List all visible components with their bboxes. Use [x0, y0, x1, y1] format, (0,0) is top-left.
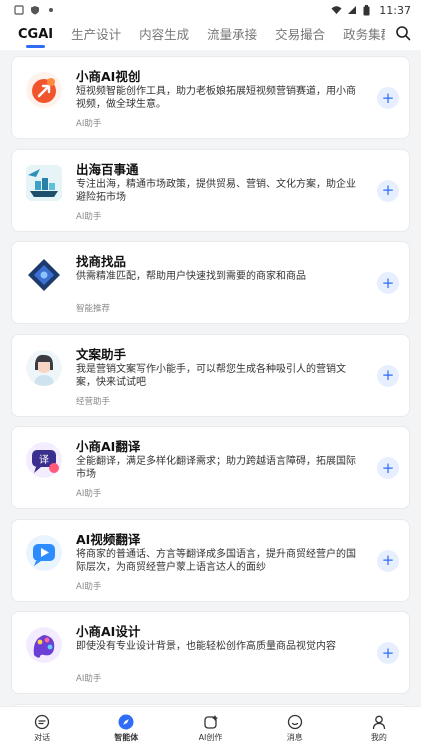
agent-title: 找商找品: [76, 254, 127, 269]
profile-icon: [371, 714, 387, 730]
nav-messages-label: 消息: [286, 733, 303, 742]
shield-icon: [30, 5, 40, 15]
agent-description: 我是营销文案写作小能手，可以帮您生成各种吸引人的营销文案，快来试试吧: [76, 363, 346, 388]
status-bar: 11:37: [0, 0, 421, 20]
agent-title: 小商AI设计: [76, 624, 141, 639]
add-agent-button[interactable]: +: [377, 457, 399, 479]
agent-card[interactable]: 小商AI视创 短视频智能创作工具，助力老板娘拓展短视频营销赛道，用小商视频，做全…: [11, 56, 410, 139]
status-time: 11:37: [379, 3, 411, 17]
translate-icon: 译: [26, 442, 62, 478]
svg-text:译: 译: [39, 454, 49, 466]
tab-production-design[interactable]: 生产设计: [71, 20, 121, 50]
dot-icon: [46, 5, 56, 15]
agent-tag: AI助手: [76, 119, 102, 129]
plus-icon: +: [381, 181, 395, 199]
agent-description: 专注出海，精通市场政策，提供贸易、营销、文化方案，助企业避险拓市场: [76, 178, 356, 203]
agent-card[interactable]: 文案助手 我是营销文案写作小能手，可以帮您生成各种吸引人的营销文案，快来试试吧 …: [11, 333, 410, 417]
agent-description: 短视频智能创作工具，助力老板娘拓展短视频营销赛道，用小商视频，做全球生意。: [76, 86, 356, 110]
nav-agents[interactable]: 智能体: [84, 707, 168, 750]
add-agent-button[interactable]: +: [377, 179, 399, 202]
agent-description: 供需精准匹配，帮助用户快速找到需要的商家和商品: [76, 271, 306, 282]
ai-create-icon: [203, 714, 219, 730]
category-tab-bar: CGAI 生产设计 内容生成 流量承接 交易撮合 政务集群 AI: [0, 20, 421, 50]
agent-tag: 经营助手: [76, 396, 111, 407]
agent-list: 小商AI视创 短视频智能创作工具，助力老板娘拓展短视频营销赛道，用小商视频，做全…: [0, 50, 421, 706]
message-icon: [287, 714, 303, 730]
search-icon: [395, 25, 411, 45]
plus-icon: +: [381, 551, 395, 569]
diamond-search-icon: [26, 257, 62, 293]
video-create-icon: [26, 72, 62, 108]
tab-traffic[interactable]: 流量承接: [207, 20, 257, 50]
video-translate-icon: [26, 534, 62, 571]
signal-icon: [347, 5, 357, 15]
add-agent-button[interactable]: +: [377, 642, 399, 664]
tab-government[interactable]: 政务集群: [343, 20, 385, 50]
assistant-avatar-icon: [26, 349, 62, 386]
agent-tag: AI助手: [76, 581, 102, 592]
category-tabs: CGAI 生产设计 内容生成 流量承接 交易撮合 政务集群 AI: [18, 20, 385, 50]
tab-cgai[interactable]: CGAI: [18, 20, 53, 50]
plus-icon: +: [381, 88, 395, 107]
design-icon: [26, 627, 62, 663]
nav-messages[interactable]: 消息: [253, 707, 337, 750]
nav-agents-label: 智能体: [114, 733, 139, 742]
plus-icon: +: [381, 273, 395, 292]
add-agent-button[interactable]: +: [377, 87, 399, 109]
nav-chat[interactable]: 对话: [0, 707, 84, 750]
agent-tag: AI助手: [76, 211, 102, 222]
chat-icon: [34, 714, 50, 730]
ship-icon: [26, 164, 62, 201]
agent-title: 小商AI翻译: [76, 439, 141, 454]
agent-description: 即使没有专业设计背景，也能轻松创作高质量商品视觉内容: [76, 641, 336, 652]
tab-content-generation[interactable]: 内容生成: [139, 20, 189, 50]
nav-profile[interactable]: 我的: [337, 707, 421, 750]
agent-card[interactable]: 找商找品 供需精准匹配，帮助用户快速找到需要的商家和商品 智能推荐 +: [11, 241, 410, 324]
battery-icon: [363, 5, 373, 16]
agent-title: AI视频翻译: [76, 531, 141, 547]
agent-title: 文案助手: [76, 346, 127, 362]
agent-title: 出海百事通: [76, 161, 139, 177]
nav-profile-label: 我的: [370, 733, 387, 742]
agent-tag: AI助手: [76, 489, 102, 499]
agent-title: 小商AI视创: [76, 69, 141, 84]
nav-ai-create[interactable]: AI创作: [168, 707, 252, 750]
agent-card[interactable]: 译 小商AI翻译 全能翻译，满足多样化翻译需求；助力跨越语言障碍，拓展国际市场 …: [11, 426, 410, 509]
nav-chat-label: 对话: [34, 733, 51, 742]
agent-card[interactable]: AI视频翻译 将商家的普通话、方言等翻译成多国语言，提升商贸经营户的国际层次，为…: [11, 518, 410, 602]
agent-tag: AI助手: [76, 674, 102, 684]
agent-card[interactable]: 小商AI设计 即使没有专业设计背景，也能轻松创作高质量商品视觉内容 AI助手 +: [11, 611, 410, 694]
nav-ai-create-label: AI创作: [198, 733, 223, 742]
agent-tag: 智能推荐: [76, 304, 111, 314]
search-button[interactable]: [385, 20, 421, 50]
plus-icon: +: [381, 366, 395, 384]
agent-description: 全能翻译，满足多样化翻译需求；助力跨越语言障碍，拓展国际市场: [76, 456, 356, 480]
compass-icon: [118, 714, 134, 730]
add-agent-button[interactable]: +: [377, 272, 399, 294]
wifi-icon: [331, 5, 342, 15]
notification-icon: [14, 5, 24, 15]
plus-icon: +: [381, 643, 395, 662]
agent-description: 将商家的普通话、方言等翻译成多国语言，提升商贸经营户的国际层次，为商贸经营户蒙上…: [76, 548, 356, 573]
plus-icon: +: [381, 458, 395, 477]
tab-trade-matching[interactable]: 交易撮合: [275, 20, 325, 50]
add-agent-button[interactable]: +: [377, 364, 399, 387]
add-agent-button[interactable]: +: [377, 549, 399, 572]
agent-card[interactable]: 出海百事通 专注出海，精通市场政策，提供贸易、营销、文化方案，助企业避险拓市场 …: [11, 148, 410, 232]
bottom-navigation: 对话 智能体 AI创作 消息 我的: [0, 706, 421, 750]
